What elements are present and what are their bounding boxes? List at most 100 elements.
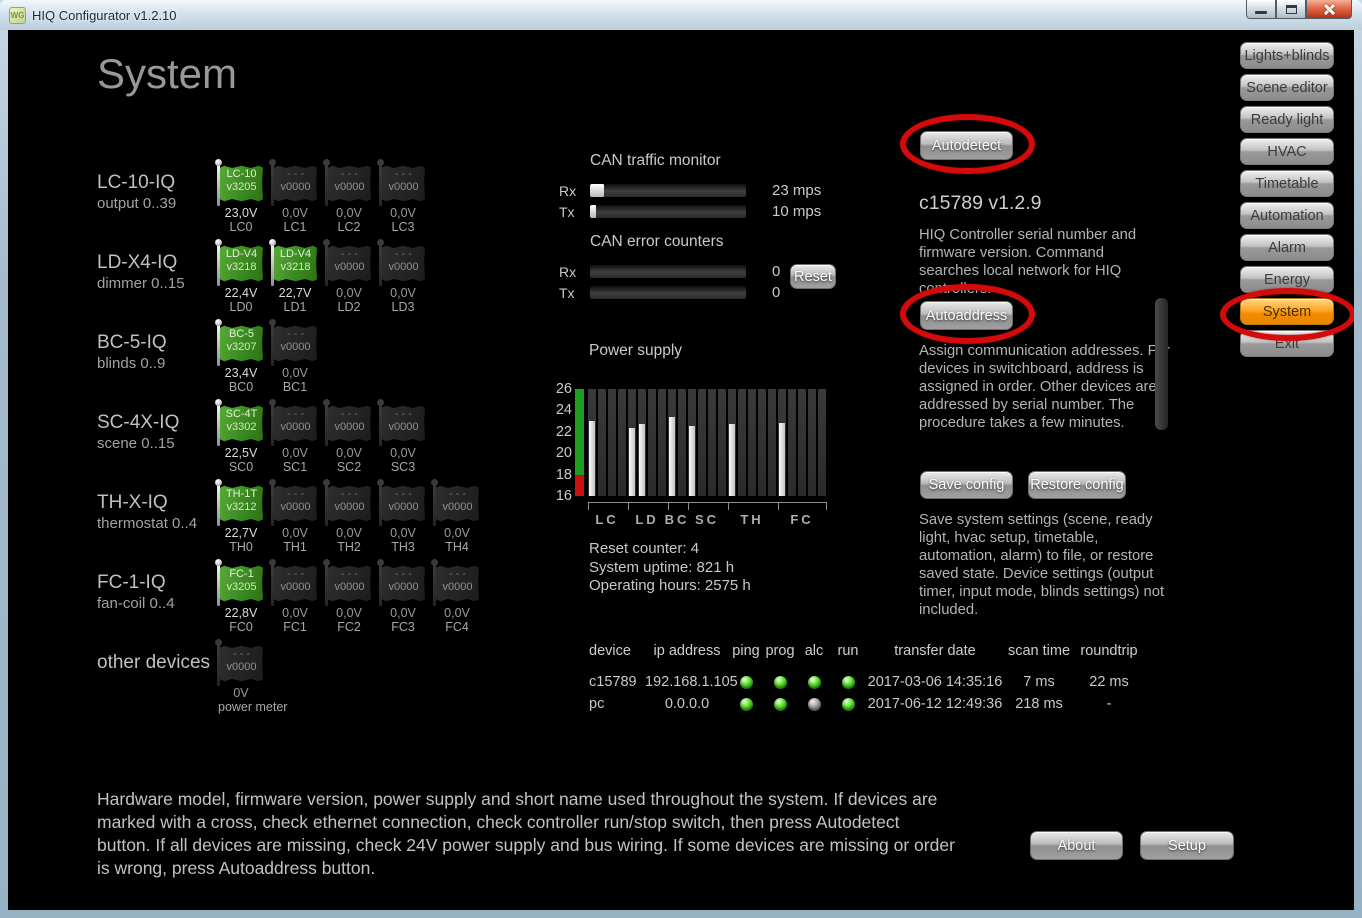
device-flag-LC2: - - -v00000,0VLC2 <box>318 162 372 242</box>
device-range: dimmer 0..15 <box>97 275 210 292</box>
flag-name: FC3 <box>380 620 426 634</box>
device-flag-SC3: - - -v00000,0VSC3 <box>372 402 426 482</box>
chart-slot <box>758 389 766 496</box>
flag-icon: - - -v0000 <box>274 565 317 602</box>
about-button[interactable]: About <box>1030 831 1123 860</box>
rx-label: Rx <box>559 183 583 199</box>
nav-button-scene-editor[interactable]: Scene editor <box>1240 74 1334 101</box>
device-model-name: FC-1-IQ <box>97 572 210 594</box>
flag-pole <box>271 242 274 286</box>
device-range: thermostat 0..4 <box>97 515 210 532</box>
flag-model: - - - <box>220 648 263 661</box>
table-cell: 0.0.0.0 <box>645 696 729 712</box>
flag-voltage: 22,4V <box>218 286 264 300</box>
flag-icon: - - -v0000 <box>382 405 425 442</box>
device-model-name: LC-10-IQ <box>97 172 210 194</box>
flag-pole <box>271 402 274 446</box>
device-flag-SC1: - - -v00000,0VSC1 <box>264 402 318 482</box>
close-button[interactable] <box>1306 0 1352 19</box>
restore-config-button[interactable]: Restore config <box>1028 471 1126 499</box>
flag-model: - - - <box>382 488 425 501</box>
title-bar[interactable]: WG HIQ Configurator v1.2.10 <box>0 0 1362 30</box>
flag-name: FC2 <box>326 620 372 634</box>
scrollbar-thumb[interactable] <box>1155 298 1168 430</box>
chart-slot <box>618 389 626 496</box>
setup-button[interactable]: Setup <box>1140 831 1234 860</box>
nav-button-alarm[interactable]: Alarm <box>1240 234 1334 261</box>
autodetect-button[interactable]: Autodetect <box>920 131 1013 160</box>
flag-model: LC-10 <box>220 168 263 181</box>
device-flag-TH4: - - -v00000,0VTH4 <box>426 482 480 562</box>
device-range: fan-coil 0..4 <box>97 595 210 612</box>
minimize-button[interactable] <box>1246 0 1276 19</box>
flag-voltage: 0,0V <box>380 206 426 220</box>
flag-voltage: 0,0V <box>326 526 372 540</box>
rx-traffic-value: 23 mps <box>772 182 821 199</box>
autoaddress-description: Assign communication addresses. For devi… <box>919 342 1171 432</box>
y-axis-tick-label: 16 <box>550 488 572 504</box>
y-axis-tick-label: 22 <box>550 424 572 440</box>
flag-icon: - - -v0000 <box>328 245 371 282</box>
flag-name: LC0 <box>218 220 264 234</box>
device-flag-FC1: - - -v00000,0VFC1 <box>264 562 318 642</box>
flag-voltage: 22,8V <box>218 606 264 620</box>
chart-slot <box>748 389 756 496</box>
nav-button-exit[interactable]: Exit <box>1240 330 1334 357</box>
x-axis-tick <box>778 502 779 510</box>
maximize-button[interactable] <box>1276 0 1306 19</box>
flag-name: LD1 <box>272 300 318 314</box>
nav-button-hvac[interactable]: HVAC <box>1240 138 1334 165</box>
flag-version: v0000 <box>436 581 479 594</box>
nav-button-automation[interactable]: Automation <box>1240 202 1334 229</box>
flag-name: SC0 <box>218 460 264 474</box>
nav-button-ready-light[interactable]: Ready light <box>1240 106 1334 133</box>
device-flag-TH2: - - -v00000,0VTH2 <box>318 482 372 562</box>
flag-name: BC1 <box>272 380 318 394</box>
device-row: FC-1-IQfan-coil 0..4FC-1v320522,8VFC0- -… <box>97 562 480 642</box>
system-uptime: System uptime: 821 h <box>589 559 751 578</box>
flag-version: v0000 <box>328 501 371 514</box>
reset-errors-button[interactable]: Reset <box>790 264 836 289</box>
flag-model: BC-5 <box>220 328 263 341</box>
flag-version: v0000 <box>328 581 371 594</box>
x-axis-line <box>588 502 826 503</box>
flag-icon: - - -v0000 <box>382 165 425 202</box>
green-led-indicator <box>774 676 787 689</box>
flag-pole <box>217 562 220 606</box>
tx-traffic-meter <box>590 205 746 218</box>
flag-version: v0000 <box>274 181 317 194</box>
nav-button-lights-blinds[interactable]: Lights+blinds <box>1240 42 1334 69</box>
footer-help-text: Hardware model, firmware version, power … <box>97 788 957 880</box>
save-config-button[interactable]: Save config <box>920 471 1013 499</box>
flag-voltage: 0,0V <box>380 526 426 540</box>
flag-version: v0000 <box>220 661 263 674</box>
device-flag-LD2: - - -v00000,0VLD2 <box>318 242 372 322</box>
nav-button-energy[interactable]: Energy <box>1240 266 1334 293</box>
voltage-bar <box>589 421 595 496</box>
status-led-cell <box>729 696 763 712</box>
y-axis-tick-label: 20 <box>550 445 572 461</box>
tx-error-value: 0 <box>772 284 780 301</box>
chart-slot <box>678 389 686 496</box>
device-label: other devices <box>97 642 210 722</box>
y-axis-tick-label: 18 <box>550 467 572 483</box>
nav-button-timetable[interactable]: Timetable <box>1240 170 1334 197</box>
device-flag-LD1: LD-V4v321822,7VLD1 <box>264 242 318 322</box>
rx-label: Rx <box>559 264 583 280</box>
flag-model: - - - <box>328 168 371 181</box>
nav-button-system[interactable]: System <box>1240 298 1334 325</box>
chart-slot <box>638 389 646 496</box>
flag-model: - - - <box>436 488 479 501</box>
flag-pole <box>379 562 382 606</box>
flag-version: v0000 <box>274 581 317 594</box>
chart-slot <box>648 389 656 496</box>
autoaddress-button[interactable]: Autoaddress <box>920 301 1013 330</box>
flag-icon: LD-V4v3218 <box>274 245 317 282</box>
flag-voltage: 23,4V <box>218 366 264 380</box>
flag-name: LC3 <box>380 220 426 234</box>
x-axis-tick <box>588 502 589 510</box>
flag-model: - - - <box>328 248 371 261</box>
flag-name: TH1 <box>272 540 318 554</box>
flag-icon: - - -v0000 <box>382 565 425 602</box>
flag-pole <box>433 482 436 526</box>
